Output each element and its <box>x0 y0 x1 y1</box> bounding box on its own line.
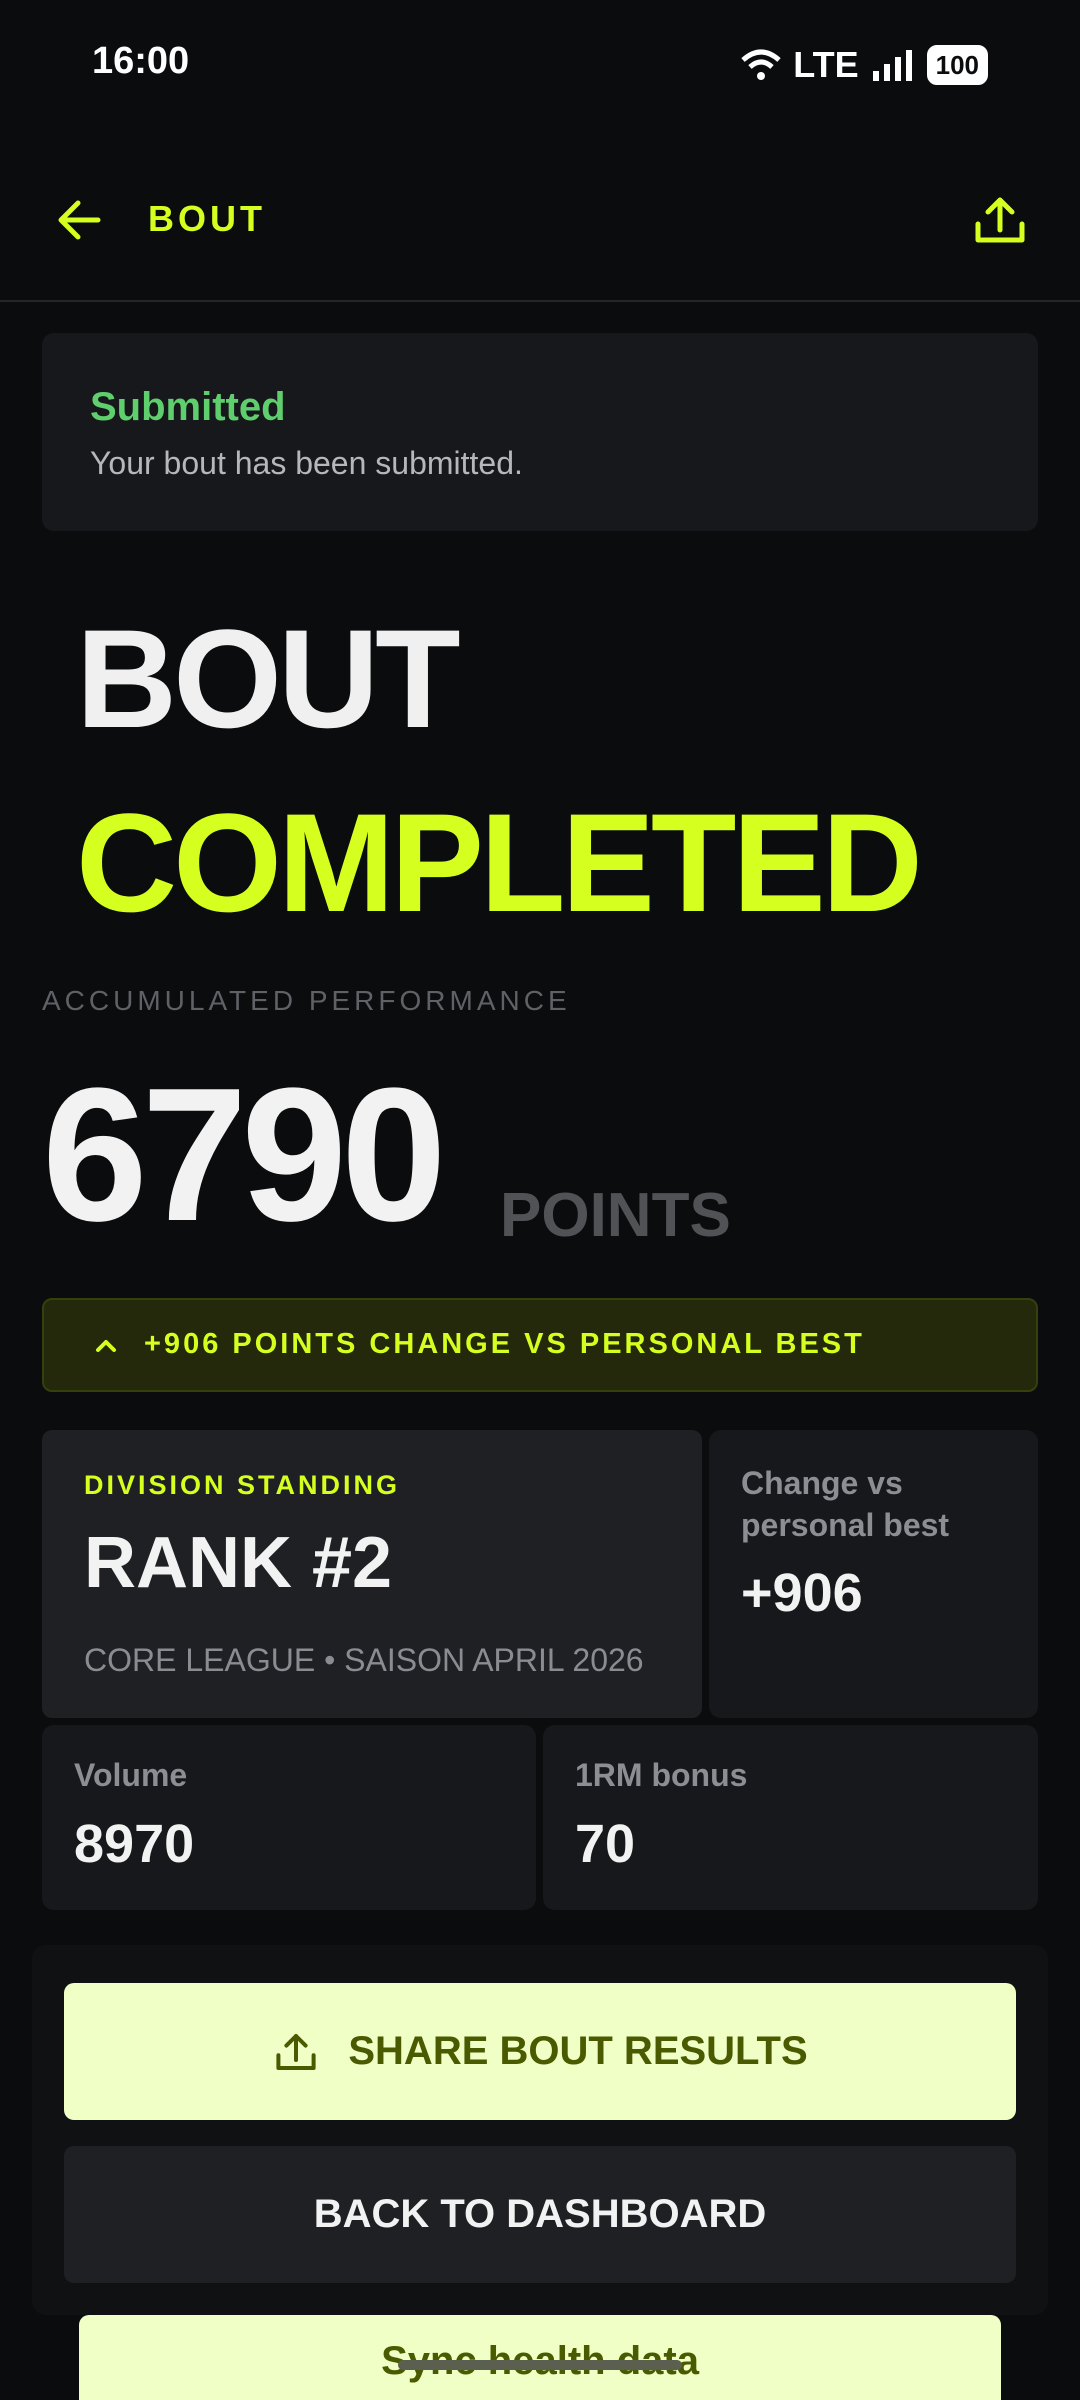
volume-label: Volume <box>74 1757 188 1793</box>
share-button-label: SHARE BOUT RESULTS <box>348 2029 808 2073</box>
back-to-dashboard-button[interactable]: BACK TO DASHBOARD <box>64 2146 1016 2283</box>
division-label: DIVISION STANDING <box>84 1470 401 1500</box>
bonus-value: 70 <box>575 1814 636 1874</box>
sync-health-data-button[interactable]: Sync health data <box>79 2315 1001 2400</box>
bonus-card: 1RM bonus 70 <box>543 1725 1038 1910</box>
score-value: 6790 <box>42 1049 447 1261</box>
submitted-message: Your bout has been submitted. <box>90 445 523 481</box>
personal-best-text: +906 POINTS CHANGE VS PERSONAL BEST <box>144 1328 865 1360</box>
back-arrow-icon[interactable] <box>50 190 110 250</box>
share-icon[interactable] <box>970 190 1030 250</box>
rank-value: RANK #2 <box>84 1523 393 1603</box>
chevron-up-icon <box>96 1340 116 1352</box>
division-standing-card: DIVISION STANDING RANK #2 CORE LEAGUE • … <box>42 1430 702 1718</box>
app-bar: BOUT <box>0 150 1080 302</box>
change-value: +906 <box>741 1563 863 1623</box>
signal-icon <box>872 50 912 81</box>
submitted-banner: Submitted Your bout has been submitted. <box>42 333 1038 531</box>
status-bar: 16:00 LTE 100 <box>0 0 1080 130</box>
personal-best-toggle[interactable]: +906 POINTS CHANGE VS PERSONAL BEST <box>42 1298 1038 1392</box>
battery-icon: 100 <box>926 45 988 85</box>
change-label: Change vs personal best <box>741 1465 950 1543</box>
network-type: LTE <box>793 44 859 85</box>
change-vs-pb-card: Change vs personal best +906 <box>709 1430 1038 1718</box>
share-icon <box>276 2033 316 2070</box>
share-results-button[interactable]: SHARE BOUT RESULTS <box>64 1983 1016 2120</box>
status-icons: LTE 100 <box>741 44 988 86</box>
bonus-label: 1RM bonus <box>575 1757 748 1793</box>
league-info: CORE LEAGUE • SAISON APRIL 2026 <box>84 1642 644 1678</box>
volume-value: 8970 <box>74 1814 195 1874</box>
hero-line-2: COMPLETED <box>76 784 923 941</box>
volume-card: Volume 8970 <box>42 1725 536 1910</box>
wifi-icon <box>741 49 781 80</box>
performance-label: ACCUMULATED PERFORMANCE <box>42 985 571 1016</box>
score-unit: POINTS <box>500 1181 731 1250</box>
submitted-title: Submitted <box>90 385 286 429</box>
hero-line-1: BOUT <box>76 600 461 757</box>
page-title: BOUT <box>148 198 266 239</box>
status-time: 16:00 <box>92 40 190 82</box>
home-indicator[interactable] <box>398 2360 682 2370</box>
dashboard-button-label: BACK TO DASHBOARD <box>313 2192 767 2236</box>
